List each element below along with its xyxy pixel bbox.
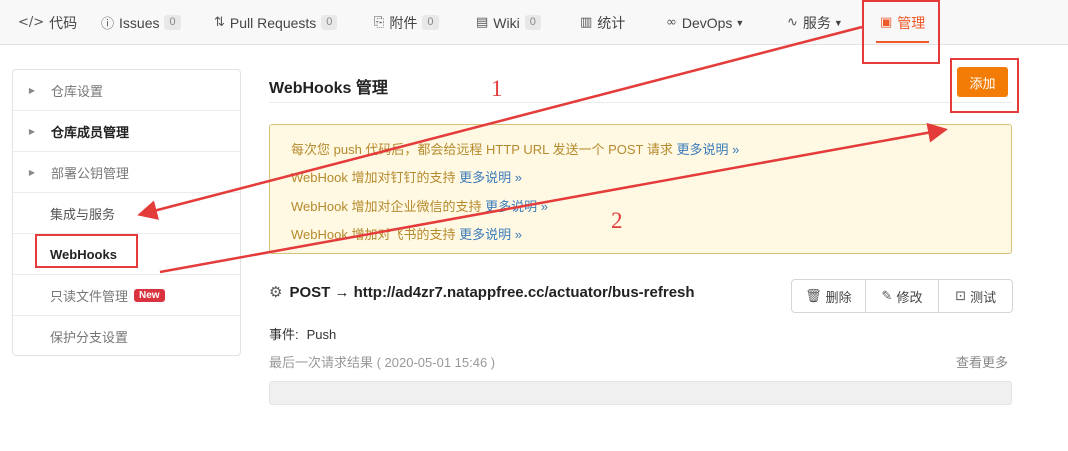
sidebar-item-members[interactable]: ▶ 仓库成员管理	[13, 111, 240, 152]
tab-services[interactable]: ∿ 服务 ▼	[787, 0, 843, 45]
edit-label: 修改	[896, 289, 923, 305]
terminal-icon: ⊡	[955, 288, 967, 303]
more-info-link[interactable]: 更多说明 »	[459, 227, 522, 242]
view-more-link[interactable]: 查看更多	[956, 352, 1008, 371]
tab-label: Issues	[119, 14, 160, 31]
title-divider	[269, 102, 1012, 103]
trash-icon: 🗑	[805, 288, 822, 303]
manage-icon: ▣	[880, 15, 893, 30]
chevron-right-icon: ▶	[28, 126, 36, 136]
request-result-bar	[269, 381, 1012, 405]
count-badge: 0	[524, 15, 541, 30]
tab-label: 管理	[897, 14, 926, 31]
last-request-label: 最后一次请求结果 ( 2020-05-01 15:46 )	[269, 355, 496, 370]
chevron-right-icon: ▶	[28, 85, 36, 95]
event-value: Push	[306, 327, 337, 342]
settings-sidebar: ▶ 仓库设置 ▶ 仓库成员管理 ▶ 部署公钥管理 集成与服务 WebHooks …	[12, 69, 241, 356]
repo-top-nav: </> 代码 ⓘ Issues 0 ⇅ Pull Requests 0 ⎘ 附件…	[0, 0, 1068, 45]
sidebar-item-label: 集成与服务	[50, 206, 116, 222]
event-row: 事件: Push	[269, 324, 336, 343]
sidebar-item-deploy-keys[interactable]: ▶ 部署公钥管理	[13, 152, 240, 193]
notice-text: 每次您 push 代码后，都会给远程 HTTP URL 发送一个 POST 请求	[291, 142, 673, 157]
caret-down-icon: ▼	[735, 17, 745, 28]
add-webhook-button[interactable]: 添加	[957, 67, 1008, 97]
sidebar-item-protected-branches[interactable]: 保护分支设置	[13, 316, 240, 357]
webhook-icon: ⚙	[269, 284, 283, 301]
tab-label: Pull Requests	[229, 14, 317, 31]
webhook-actions: 🗑 删除 ✎ 修改 ⊡ 测试	[791, 279, 1013, 313]
new-badge: New	[134, 288, 165, 302]
info-notice: 每次您 push 代码后，都会给远程 HTTP URL 发送一个 POST 请求…	[269, 124, 1012, 254]
test-label: 测试	[970, 289, 997, 305]
sidebar-item-label: 保护分支设置	[50, 330, 129, 345]
count-badge: 0	[321, 15, 338, 30]
tab-issues[interactable]: ⓘ Issues 0	[101, 0, 181, 45]
tab-code[interactable]: </> 代码	[18, 0, 77, 45]
caret-down-icon: ▼	[833, 17, 843, 28]
event-label: 事件:	[269, 327, 299, 342]
test-button[interactable]: ⊡ 测试	[939, 280, 1012, 312]
devops-icon: ∞	[666, 15, 677, 30]
delete-button[interactable]: 🗑 删除	[792, 280, 866, 312]
tab-label: 代码	[49, 14, 78, 31]
count-badge: 0	[164, 15, 181, 30]
sidebar-item-webhooks[interactable]: WebHooks	[13, 234, 240, 275]
more-info-link[interactable]: 更多说明 »	[677, 142, 740, 157]
tab-label: 附件	[389, 14, 418, 31]
tab-stats[interactable]: ▥ 统计	[580, 0, 625, 45]
tab-label: DevOps	[681, 14, 733, 31]
notice-line: WebHook 增加对钉钉的支持 更多说明 »	[291, 167, 522, 186]
notice-line: WebHook 增加对飞书的支持 更多说明 »	[291, 224, 522, 243]
pull-request-icon: ⇅	[214, 15, 225, 30]
count-badge: 0	[422, 15, 439, 30]
tab-manage[interactable]: ▣ 管理	[875, 0, 930, 45]
page-title: WebHooks 管理	[269, 80, 388, 97]
sidebar-item-repo-settings[interactable]: ▶ 仓库设置	[13, 70, 240, 111]
more-info-link[interactable]: 更多说明 »	[459, 170, 522, 185]
webhook-url: POST → http://ad4zr7.natappfree.cc/actua…	[289, 283, 695, 301]
tab-label: 服务	[802, 14, 831, 31]
wiki-icon: ▤	[476, 15, 489, 30]
issues-icon: ⓘ	[101, 17, 115, 32]
annotation-number-1: 1	[491, 76, 503, 101]
tab-wiki[interactable]: ▤ Wiki 0	[476, 0, 541, 45]
chevron-right-icon: ▶	[28, 167, 36, 177]
stats-icon: ▥	[580, 15, 593, 30]
tab-label: 统计	[597, 14, 626, 31]
notice-line: WebHook 增加对企业微信的支持 更多说明 »	[291, 196, 548, 215]
notice-text: WebHook 增加对企业微信的支持	[291, 199, 482, 214]
edit-button[interactable]: ✎ 修改	[866, 280, 940, 312]
more-info-link[interactable]: 更多说明 »	[485, 199, 548, 214]
service-icon: ∿	[787, 15, 798, 30]
attachment-icon: ⎘	[374, 15, 385, 30]
webhook-title: ⚙ POST → http://ad4zr7.natappfree.cc/act…	[269, 283, 695, 302]
sidebar-item-readonly-files[interactable]: 只读文件管理 New	[13, 275, 240, 316]
sidebar-item-integrations[interactable]: 集成与服务	[13, 193, 240, 234]
sidebar-item-label: 仓库成员管理	[51, 124, 130, 140]
notice-text: WebHook 增加对飞书的支持	[291, 227, 456, 242]
tab-attachments[interactable]: ⎘ 附件 0	[374, 0, 439, 45]
delete-label: 删除	[825, 289, 852, 305]
notice-text: WebHook 增加对钉钉的支持	[291, 170, 456, 185]
sidebar-item-label: 只读文件管理	[50, 288, 129, 304]
notice-line: 每次您 push 代码后，都会给远程 HTTP URL 发送一个 POST 请求…	[291, 139, 739, 158]
tab-label: Wiki	[493, 14, 520, 31]
sidebar-item-label: 部署公钥管理	[51, 165, 130, 181]
sidebar-item-label: 仓库设置	[51, 83, 104, 99]
tab-devops[interactable]: ∞ DevOps ▼	[666, 0, 744, 45]
edit-icon: ✎	[881, 288, 893, 303]
sidebar-item-label: WebHooks	[50, 246, 117, 262]
code-icon: </>	[18, 15, 45, 30]
tab-pull-requests[interactable]: ⇅ Pull Requests 0	[214, 0, 338, 45]
